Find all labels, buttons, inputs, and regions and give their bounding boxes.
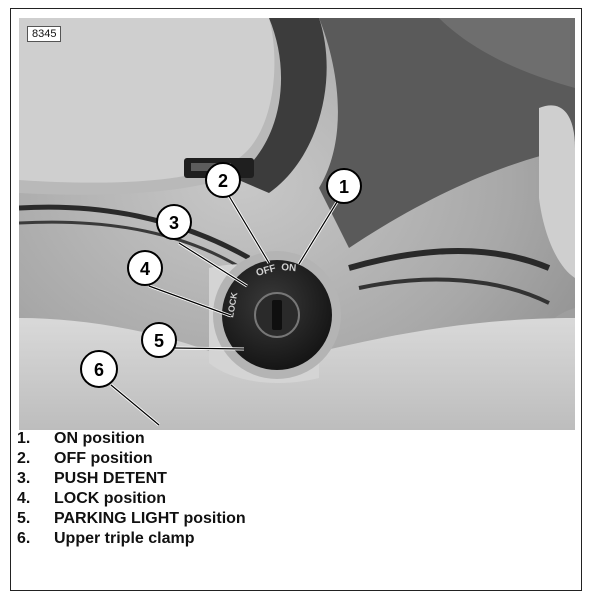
callout-4: 4 <box>127 250 163 286</box>
legend-item: 2. OFF position <box>17 449 246 469</box>
callout-3: 3 <box>156 204 192 240</box>
svg-text:5: 5 <box>154 331 164 351</box>
legend-number: 3. <box>17 470 31 487</box>
figure-legend: 1. ON position 2. OFF position 3. PUSH D… <box>17 429 246 549</box>
legend-number: 4. <box>17 490 31 507</box>
legend-number: 1. <box>17 430 31 447</box>
svg-text:4: 4 <box>140 259 150 279</box>
legend-item: 1. ON position <box>17 429 246 449</box>
svg-text:3: 3 <box>169 213 179 233</box>
legend-text: PUSH DETENT <box>54 470 167 487</box>
callout-2: 2 <box>205 162 241 198</box>
legend-item: 4. LOCK position <box>17 489 246 509</box>
legend-text: LOCK position <box>54 490 166 507</box>
legend-number: 2. <box>17 450 31 467</box>
legend-item: 5. PARKING LIGHT position <box>17 509 246 529</box>
legend-number: 6. <box>17 530 31 547</box>
legend-text: Upper triple clamp <box>54 530 195 547</box>
figure-id-label: 8345 <box>27 26 62 42</box>
svg-text:ON: ON <box>281 262 297 274</box>
legend-text: OFF position <box>54 450 153 467</box>
legend-text: PARKING LIGHT position <box>54 510 246 527</box>
svg-text:1: 1 <box>339 177 349 197</box>
legend-number: 5. <box>17 510 31 527</box>
legend-item: 3. PUSH DETENT <box>17 469 246 489</box>
legend-text: ON position <box>54 430 145 447</box>
legend-item: 6. Upper triple clamp <box>17 529 246 549</box>
figure-frame: OFF ON LOCK 1 2 3 4 5 6 8345 1. ON posit… <box>10 8 582 591</box>
ignition-switch-photo: OFF ON LOCK 1 2 3 4 5 6 8345 <box>19 18 575 430</box>
callout-5: 5 <box>141 322 177 358</box>
svg-text:6: 6 <box>94 360 104 380</box>
svg-text:2: 2 <box>218 171 228 191</box>
callout-6: 6 <box>80 350 118 388</box>
callout-1: 1 <box>326 168 362 204</box>
